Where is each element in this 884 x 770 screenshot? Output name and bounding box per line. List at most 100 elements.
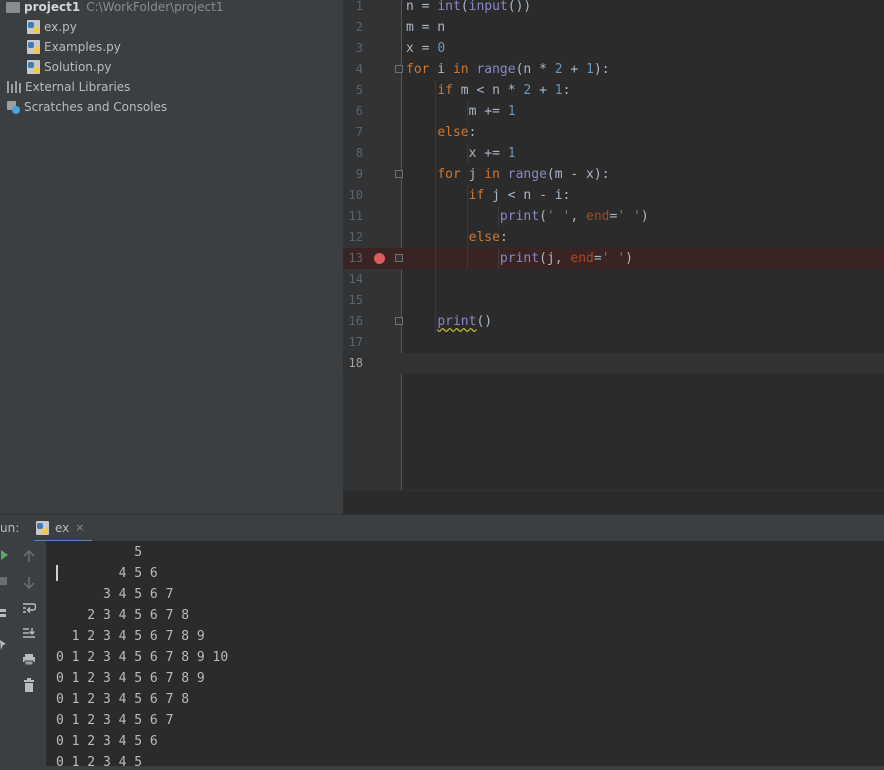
code-line[interactable]: 14 bbox=[343, 269, 884, 290]
pin-tab-button[interactable] bbox=[0, 637, 11, 653]
layout-icon bbox=[0, 609, 6, 617]
code-text: print() bbox=[437, 314, 493, 329]
ide-window: project1 C:\WorkFolder\project1 ex.py Ex… bbox=[0, 0, 884, 770]
run-panel-header: un: ex × bbox=[0, 514, 884, 543]
code-line[interactable]: 16 print() bbox=[343, 311, 884, 332]
line-number: 7 bbox=[355, 125, 363, 139]
code-line[interactable]: 6 m += 1 bbox=[343, 101, 884, 122]
code-line[interactable]: 15 bbox=[343, 290, 884, 311]
arrow-up-icon bbox=[23, 549, 35, 562]
tree-item-external-libraries[interactable]: External Libraries bbox=[7, 77, 130, 97]
line-number: 6 bbox=[355, 104, 363, 118]
code-text: else: bbox=[468, 230, 508, 245]
code-text: n = int(input()) bbox=[406, 0, 532, 14]
fold-icon[interactable] bbox=[395, 65, 403, 73]
run-tab-label: ex bbox=[55, 520, 70, 535]
run-tab-ex[interactable]: ex × bbox=[34, 515, 92, 542]
editor-horizontal-scrollbar[interactable] bbox=[343, 490, 884, 515]
soft-wrap-icon bbox=[23, 603, 36, 613]
code-line[interactable]: 12 else: bbox=[343, 227, 884, 248]
line-number: 2 bbox=[355, 20, 363, 34]
line-number: 15 bbox=[348, 293, 363, 307]
scroll-to-end-button[interactable] bbox=[21, 625, 37, 641]
code-line[interactable]: 7 else: bbox=[343, 122, 884, 143]
code-line[interactable]: 9 for j in range(m - x): bbox=[343, 164, 884, 185]
console-line: 5 bbox=[56, 545, 143, 560]
python-file-icon bbox=[27, 60, 40, 74]
console-line: 4 5 6 bbox=[56, 566, 158, 581]
code-line[interactable]: 5 if m < n * 2 + 1: bbox=[343, 80, 884, 101]
indent-guide bbox=[466, 185, 468, 269]
scroll-down-button[interactable] bbox=[21, 574, 37, 590]
play-icon bbox=[0, 550, 8, 560]
indent-guide bbox=[497, 206, 499, 227]
library-icon bbox=[7, 81, 21, 93]
code-text: print(j, end=' ') bbox=[499, 251, 633, 266]
line-number: 11 bbox=[348, 209, 363, 223]
console-line: 0 1 2 3 4 5 6 7 8 9 bbox=[56, 671, 205, 686]
run-console-output[interactable]: 5 4 5 6 3 4 5 6 7 2 3 4 5 6 7 8 1 2 3 4 … bbox=[46, 541, 884, 770]
code-line[interactable]: 8 x += 1 bbox=[343, 143, 884, 164]
fold-icon[interactable] bbox=[395, 317, 403, 325]
code-text: if m < n * 2 + 1: bbox=[437, 83, 571, 98]
code-line[interactable]: 11 print(' ', end=' ') bbox=[343, 206, 884, 227]
arrow-down-icon bbox=[23, 576, 35, 589]
external-libraries-label: External Libraries bbox=[25, 80, 131, 94]
line-number: 12 bbox=[348, 230, 363, 244]
python-file-icon bbox=[27, 40, 40, 54]
code-text: else: bbox=[437, 125, 477, 140]
line-number: 4 bbox=[355, 62, 363, 76]
tree-item-file[interactable]: Examples.py bbox=[27, 37, 121, 57]
python-file-icon bbox=[27, 20, 40, 34]
scroll-up-button[interactable] bbox=[21, 548, 37, 564]
line-number: 9 bbox=[355, 167, 363, 181]
soft-wrap-button[interactable] bbox=[21, 600, 37, 616]
layout-button[interactable] bbox=[0, 605, 10, 621]
code-editor[interactable]: 1 n = int(input()) 2 m = n 3 x = 0 4 for i in r… bbox=[343, 0, 884, 515]
code-text: m = n bbox=[406, 20, 446, 35]
print-button[interactable] bbox=[21, 651, 37, 667]
rerun-button[interactable] bbox=[0, 547, 12, 563]
stop-button[interactable] bbox=[0, 573, 11, 589]
code-text: x += 1 bbox=[406, 146, 516, 161]
line-number: 1 bbox=[355, 0, 363, 13]
code-line[interactable]: 18 bbox=[343, 353, 884, 374]
line-number: 5 bbox=[355, 83, 363, 97]
run-panel-label: un: bbox=[0, 521, 20, 535]
line-number: 13 bbox=[348, 251, 363, 265]
code-line[interactable]: 13 print(j, end=' ') bbox=[343, 248, 884, 269]
tree-item-scratches[interactable]: Scratches and Consoles bbox=[7, 97, 167, 117]
tree-item-file[interactable]: ex.py bbox=[27, 17, 77, 37]
code-line[interactable]: 4 for i in range(n * 2 + 1): bbox=[343, 59, 884, 80]
close-icon[interactable]: × bbox=[75, 521, 84, 534]
code-line[interactable]: 17 bbox=[343, 332, 884, 353]
indent-guide bbox=[497, 248, 499, 269]
indent-guide bbox=[466, 143, 468, 164]
line-number: 18 bbox=[348, 356, 363, 370]
line-number: 16 bbox=[348, 314, 363, 328]
console-line: 0 1 2 3 4 5 6 7 bbox=[56, 713, 174, 728]
indent-guide bbox=[435, 80, 437, 332]
project-tree: project1 C:\WorkFolder\project1 ex.py Ex… bbox=[0, 0, 343, 514]
pin-icon bbox=[0, 640, 6, 650]
line-number: 8 bbox=[355, 146, 363, 160]
code-text: x = 0 bbox=[406, 41, 446, 56]
line-number: 17 bbox=[348, 335, 363, 349]
code-text: for j in range(m - x): bbox=[437, 167, 610, 182]
console-line: 2 3 4 5 6 7 8 bbox=[56, 608, 190, 623]
code-line[interactable]: 1 n = int(input()) bbox=[343, 0, 884, 17]
code-line[interactable]: 10 if j < n - i: bbox=[343, 185, 884, 206]
tree-item-file[interactable]: Solution.py bbox=[27, 57, 111, 77]
scratch-icon bbox=[7, 100, 20, 114]
fold-icon[interactable] bbox=[395, 254, 403, 262]
tree-item-project-root[interactable]: project1 C:\WorkFolder\project1 bbox=[6, 0, 223, 17]
code-text: print(' ', end=' ') bbox=[499, 209, 649, 224]
breakpoint-icon[interactable] bbox=[374, 253, 385, 264]
code-line[interactable]: 3 x = 0 bbox=[343, 38, 884, 59]
clear-all-button[interactable] bbox=[21, 677, 37, 693]
code-line[interactable]: 2 m = n bbox=[343, 17, 884, 38]
status-bar bbox=[0, 766, 884, 770]
fold-icon[interactable] bbox=[395, 170, 403, 178]
console-line: 3 4 5 6 7 bbox=[56, 587, 174, 602]
console-line: 0 1 2 3 4 5 6 7 8 bbox=[56, 692, 190, 707]
